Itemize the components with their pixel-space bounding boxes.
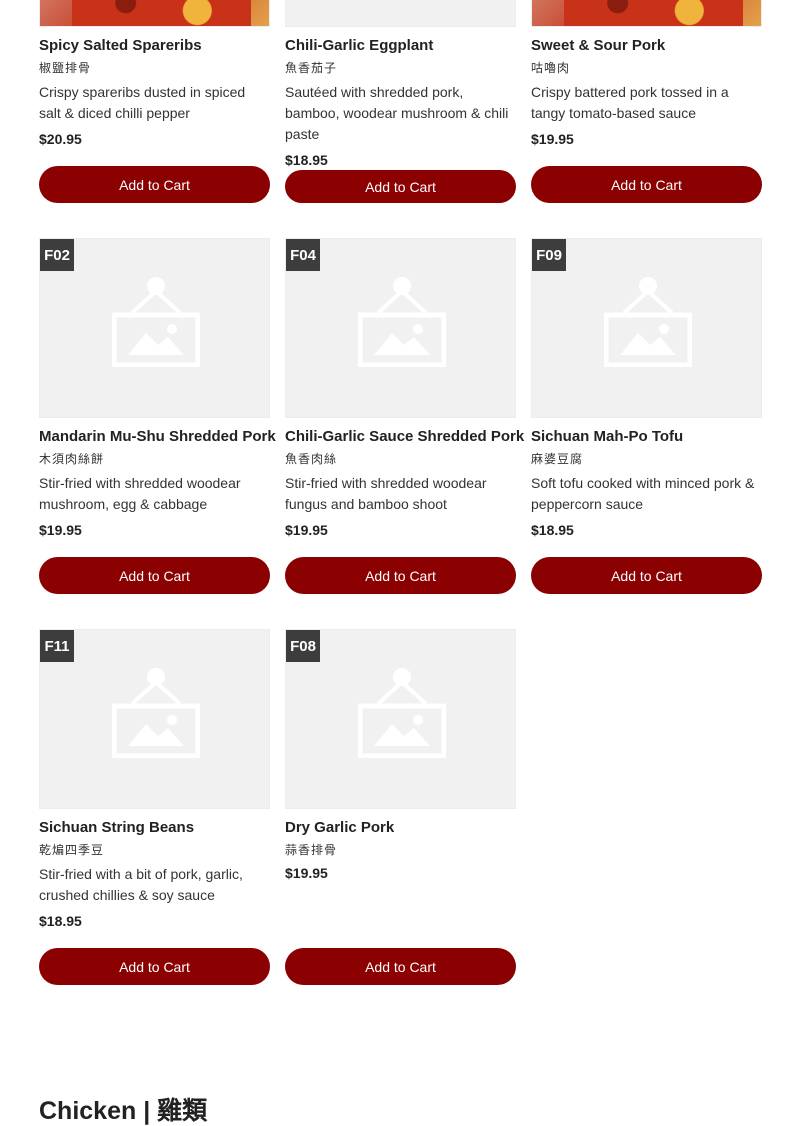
menu-item-name: Sichuan String Beans: [39, 819, 195, 836]
menu-item-chinese-name: 咕嚕肉: [531, 61, 571, 75]
menu-item-image[interactable]: F04: [285, 238, 516, 418]
menu-item-description: Stir-fried with a bit of pork, garlic, c…: [39, 866, 243, 903]
menu-item-image[interactable]: [39, 0, 270, 27]
menu-item-name: Spicy Salted Spareribs: [39, 37, 202, 54]
menu-item-card: F02 Mandarin Mu-Shu Shredded Pork 木須肉絲餅 …: [39, 238, 276, 594]
add-to-cart-button[interactable]: Add to Cart: [285, 170, 516, 203]
menu-item-name: Dry Garlic Pork: [285, 819, 395, 836]
menu-item-image[interactable]: F08: [285, 629, 516, 809]
add-to-cart-button[interactable]: Add to Cart: [39, 166, 270, 203]
add-to-cart-button[interactable]: Add to Cart: [531, 166, 762, 203]
menu-grid: Spicy Salted Spareribs 椒鹽排骨 Crispy spare…: [39, 0, 762, 985]
menu-item-chinese-name: 魚香茄子: [285, 61, 338, 75]
menu-item-name: Mandarin Mu-Shu Shredded Pork: [39, 428, 276, 445]
dish-photo: [72, 0, 251, 26]
menu-item-chinese-name: 麻婆豆腐: [531, 452, 584, 466]
image-placeholder-icon: [604, 277, 692, 367]
menu-item-image[interactable]: F09: [531, 238, 762, 418]
menu-item-price: $18.95: [531, 522, 574, 538]
item-code-badge: F08: [286, 630, 320, 662]
image-placeholder-icon: [358, 668, 446, 758]
menu-item-image[interactable]: [531, 0, 762, 27]
menu-item-card: Chili-Garlic Eggplant 魚香茄子 Sautéed with …: [285, 0, 516, 203]
menu-item-description: Soft tofu cooked with minced pork & pepp…: [531, 475, 755, 512]
menu-item-chinese-name: 木須肉絲餅: [39, 452, 105, 466]
menu-item-chinese-name: 魚香肉絲: [285, 452, 338, 466]
menu-item-card: Sweet & Sour Pork 咕嚕肉 Crispy battered po…: [531, 0, 762, 203]
add-to-cart-button[interactable]: Add to Cart: [39, 948, 270, 985]
menu-item-card: F11 Sichuan String Beans 乾煸四季豆 Stir-frie…: [39, 629, 270, 985]
menu-item-price: $18.95: [39, 913, 82, 929]
item-code-badge: F02: [40, 239, 74, 271]
menu-item-image[interactable]: F11: [39, 629, 270, 809]
menu-item-image[interactable]: F02: [39, 238, 270, 418]
menu-item-name: Sweet & Sour Pork: [531, 37, 666, 54]
menu-item-price: $19.95: [285, 522, 328, 538]
menu-item-card: Spicy Salted Spareribs 椒鹽排骨 Crispy spare…: [39, 0, 270, 203]
menu-item-card: F08 Dry Garlic Pork 蒜香排骨 $19.95 Add to C…: [285, 629, 516, 985]
image-placeholder-icon: [358, 277, 446, 367]
menu-item-price: $20.95: [39, 131, 82, 147]
item-code-badge: F11: [40, 630, 74, 662]
item-code-badge: F04: [286, 239, 320, 271]
menu-item-card: F09 Sichuan Mah-Po Tofu 麻婆豆腐 Soft tofu c…: [531, 238, 762, 594]
menu-item-description: Sautéed with shredded pork, bamboo, wood…: [285, 84, 509, 142]
menu-item-name: Sichuan Mah-Po Tofu: [531, 428, 684, 445]
menu-item-description: Stir-fried with shredded woodear fungus …: [285, 475, 487, 512]
menu-item-chinese-name: 蒜香排骨: [285, 843, 338, 857]
menu-item-card: F04 Chili-Garlic Sauce Shredded Pork 魚香肉…: [285, 238, 525, 594]
menu-item-name: Chili-Garlic Sauce Shredded Pork: [285, 428, 525, 445]
section-title-chicken: Chicken | 雞類: [39, 1097, 208, 1125]
menu-item-image[interactable]: [285, 0, 516, 27]
image-placeholder-icon: [112, 668, 200, 758]
menu-item-price: $19.95: [531, 131, 574, 147]
add-to-cart-button[interactable]: Add to Cart: [531, 557, 762, 594]
menu-item-chinese-name: 乾煸四季豆: [39, 843, 105, 857]
menu-item-description: Crispy spareribs dusted in spiced salt &…: [39, 84, 246, 121]
image-placeholder-icon: [112, 277, 200, 367]
add-to-cart-button[interactable]: Add to Cart: [39, 557, 270, 594]
menu-item-name: Chili-Garlic Eggplant: [285, 37, 434, 54]
menu-item-description: Stir-fried with shredded woodear mushroo…: [39, 475, 241, 512]
menu-item-chinese-name: 椒鹽排骨: [39, 61, 92, 75]
item-code-badge: F09: [532, 239, 566, 271]
menu-item-price: $18.95: [285, 152, 328, 168]
dish-photo: [564, 0, 743, 26]
add-to-cart-button[interactable]: Add to Cart: [285, 948, 516, 985]
menu-item-description: Crispy battered pork tossed in a tangy t…: [531, 84, 729, 121]
menu-item-price: $19.95: [39, 522, 82, 538]
add-to-cart-button[interactable]: Add to Cart: [285, 557, 516, 594]
menu-item-price: $19.95: [285, 865, 328, 881]
